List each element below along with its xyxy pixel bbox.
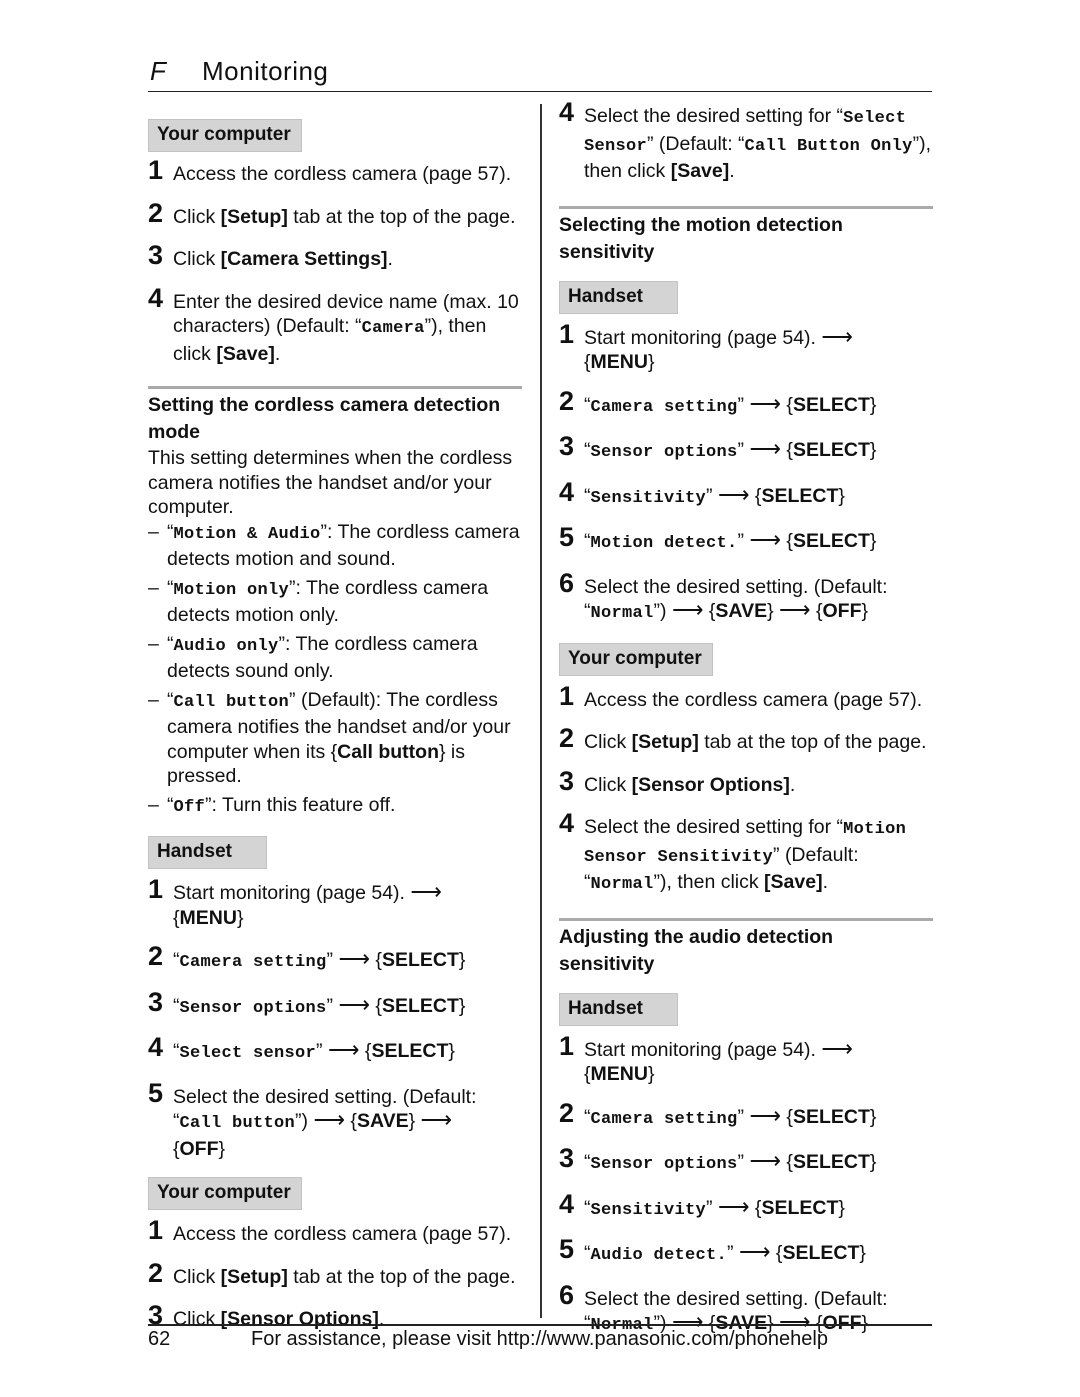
- step: 1 Access the cordless camera (page 57).: [148, 155, 512, 185]
- section-title: Selecting the motion detection sensitivi…: [559, 213, 843, 263]
- step: 3 Click [Camera Settings].: [148, 240, 393, 270]
- step: 3 “Sensor options” ⟶ {SELECT}: [559, 431, 877, 462]
- arrow-icon: ⟶: [749, 1148, 781, 1173]
- step: 1 Start monitoring (page 54). ⟶ {MENU}: [148, 874, 442, 929]
- arrow-icon: ⟶: [671, 597, 704, 622]
- arrow-icon: ⟶: [821, 1035, 853, 1061]
- step: 3 “Sensor options” ⟶ {SELECT}: [559, 1143, 877, 1174]
- step: 2 “Camera setting” ⟶ {SELECT}: [559, 1097, 877, 1129]
- option-item: – “Off”: Turn this feature off.: [148, 793, 396, 817]
- arrow-icon: ⟶: [338, 946, 370, 971]
- footer-help-text: For assistance, please visit http://www.…: [251, 1328, 828, 1350]
- step: 4 “Sensitivity” ⟶ {SELECT}: [559, 476, 845, 508]
- step: 2 Click [Setup] tab at the top of the pag…: [148, 197, 516, 228]
- page-number: 62: [148, 1328, 171, 1350]
- section-tag-handset: Handset: [559, 280, 678, 314]
- section-title: Setting the cordless camera detection mo…: [148, 394, 501, 443]
- camera-settings-ref: [Camera Settings]: [220, 248, 388, 270]
- select-key: SELECT: [371, 1040, 449, 1062]
- section-tag-your-computer: Your computer: [559, 642, 713, 676]
- step: 1 Access the cordless camera (page 57).: [148, 1215, 512, 1245]
- step: 2 Click [Setup] tab at the top of the pag…: [559, 723, 927, 753]
- page-header: F Monitoring: [148, 54, 932, 92]
- section-tag-handset: Handset: [148, 836, 267, 869]
- menu-key: MENU: [179, 906, 237, 929]
- arrow-icon: ⟶: [717, 1193, 750, 1219]
- option-item: – “Call button” (Default): The cordless c…: [148, 688, 511, 788]
- column-divider: [540, 104, 542, 1318]
- chapter-letter: F: [150, 56, 166, 86]
- setup-tab-ref: [Setup]: [220, 205, 288, 228]
- step: 3 Click [Sensor Options].: [559, 765, 796, 796]
- step: 4 “Select sensor” ⟶ {SELECT}: [148, 1032, 455, 1063]
- step: 4 Select the desired setting for “Motion …: [559, 808, 907, 894]
- left-column: Your computer 1 Access the cordless camer…: [148, 100, 522, 1332]
- arrow-icon: ⟶: [717, 481, 750, 507]
- step: 1 Start monitoring (page 54). ⟶ {MENU}: [559, 318, 853, 373]
- arrow-icon: ⟶: [749, 527, 781, 552]
- arrow-icon: ⟶: [338, 991, 370, 1017]
- off-key: OFF: [179, 1137, 219, 1160]
- arrow-icon: ⟶: [420, 1107, 453, 1132]
- section-tag-your-computer: Your computer: [148, 1177, 302, 1210]
- arrow-icon: ⟶: [313, 1107, 345, 1132]
- step: 2 Click [Setup] tab at the top of the pag…: [148, 1257, 516, 1288]
- arrow-icon: ⟶: [410, 879, 442, 904]
- section-intro: This setting determines when the cordles…: [148, 447, 513, 518]
- section-tag-handset: Handset: [559, 992, 678, 1026]
- option-item: – “Motion & Audio”: The cordless camera d…: [148, 520, 520, 571]
- step: 5 “Audio detect.” ⟶ {SELECT}: [559, 1234, 866, 1265]
- select-key: SELECT: [381, 994, 459, 1017]
- arrow-icon: ⟶: [749, 390, 781, 416]
- step: 1 Start monitoring (page 54). ⟶ {MENU}: [559, 1030, 853, 1085]
- arrow-icon: ⟶: [749, 436, 781, 461]
- step: 2 “Camera setting” ⟶ {SELECT}: [148, 941, 466, 972]
- section-tag-your-computer: Your computer: [148, 119, 302, 152]
- arrow-icon: ⟶: [738, 1239, 771, 1264]
- step: 3 “Sensor options” ⟶ {SELECT}: [148, 986, 466, 1018]
- right-column: 4 Select the desired setting for “Select …: [559, 97, 933, 1339]
- step: 6 Select the desired setting. (Default: “N…: [559, 567, 888, 623]
- step: 4 Enter the desired device name (max. 10 …: [148, 282, 519, 365]
- step: 1 Access the cordless camera (page 57).: [559, 680, 923, 711]
- option-item: – “Motion only”: The cordless camera dete…: [148, 576, 489, 627]
- arrow-icon: ⟶: [749, 1102, 781, 1128]
- arrow-icon: ⟶: [327, 1037, 360, 1062]
- chapter-title: Monitoring: [202, 56, 329, 86]
- footer-rule: [148, 1324, 932, 1326]
- arrow-icon: ⟶: [779, 597, 811, 622]
- arrow-icon: ⟶: [821, 323, 853, 349]
- section-title: Adjusting the audio detection sensitivit…: [559, 925, 834, 975]
- option-item: – “Audio only”: The cordless camera detec…: [148, 632, 478, 683]
- step: 5 “Motion detect.” ⟶ {SELECT}: [559, 522, 877, 553]
- save-key: SAVE: [356, 1110, 409, 1132]
- step: 2 “Camera setting” ⟶ {SELECT}: [559, 385, 877, 417]
- step: 5 Select the desired setting. (Default: “C…: [148, 1077, 477, 1160]
- step: 4 Select the desired setting for “Select …: [559, 97, 931, 182]
- save-ref: [Save]: [216, 342, 275, 365]
- select-key: SELECT: [381, 949, 459, 971]
- step: 4 “Sensitivity” ⟶ {SELECT}: [559, 1188, 845, 1220]
